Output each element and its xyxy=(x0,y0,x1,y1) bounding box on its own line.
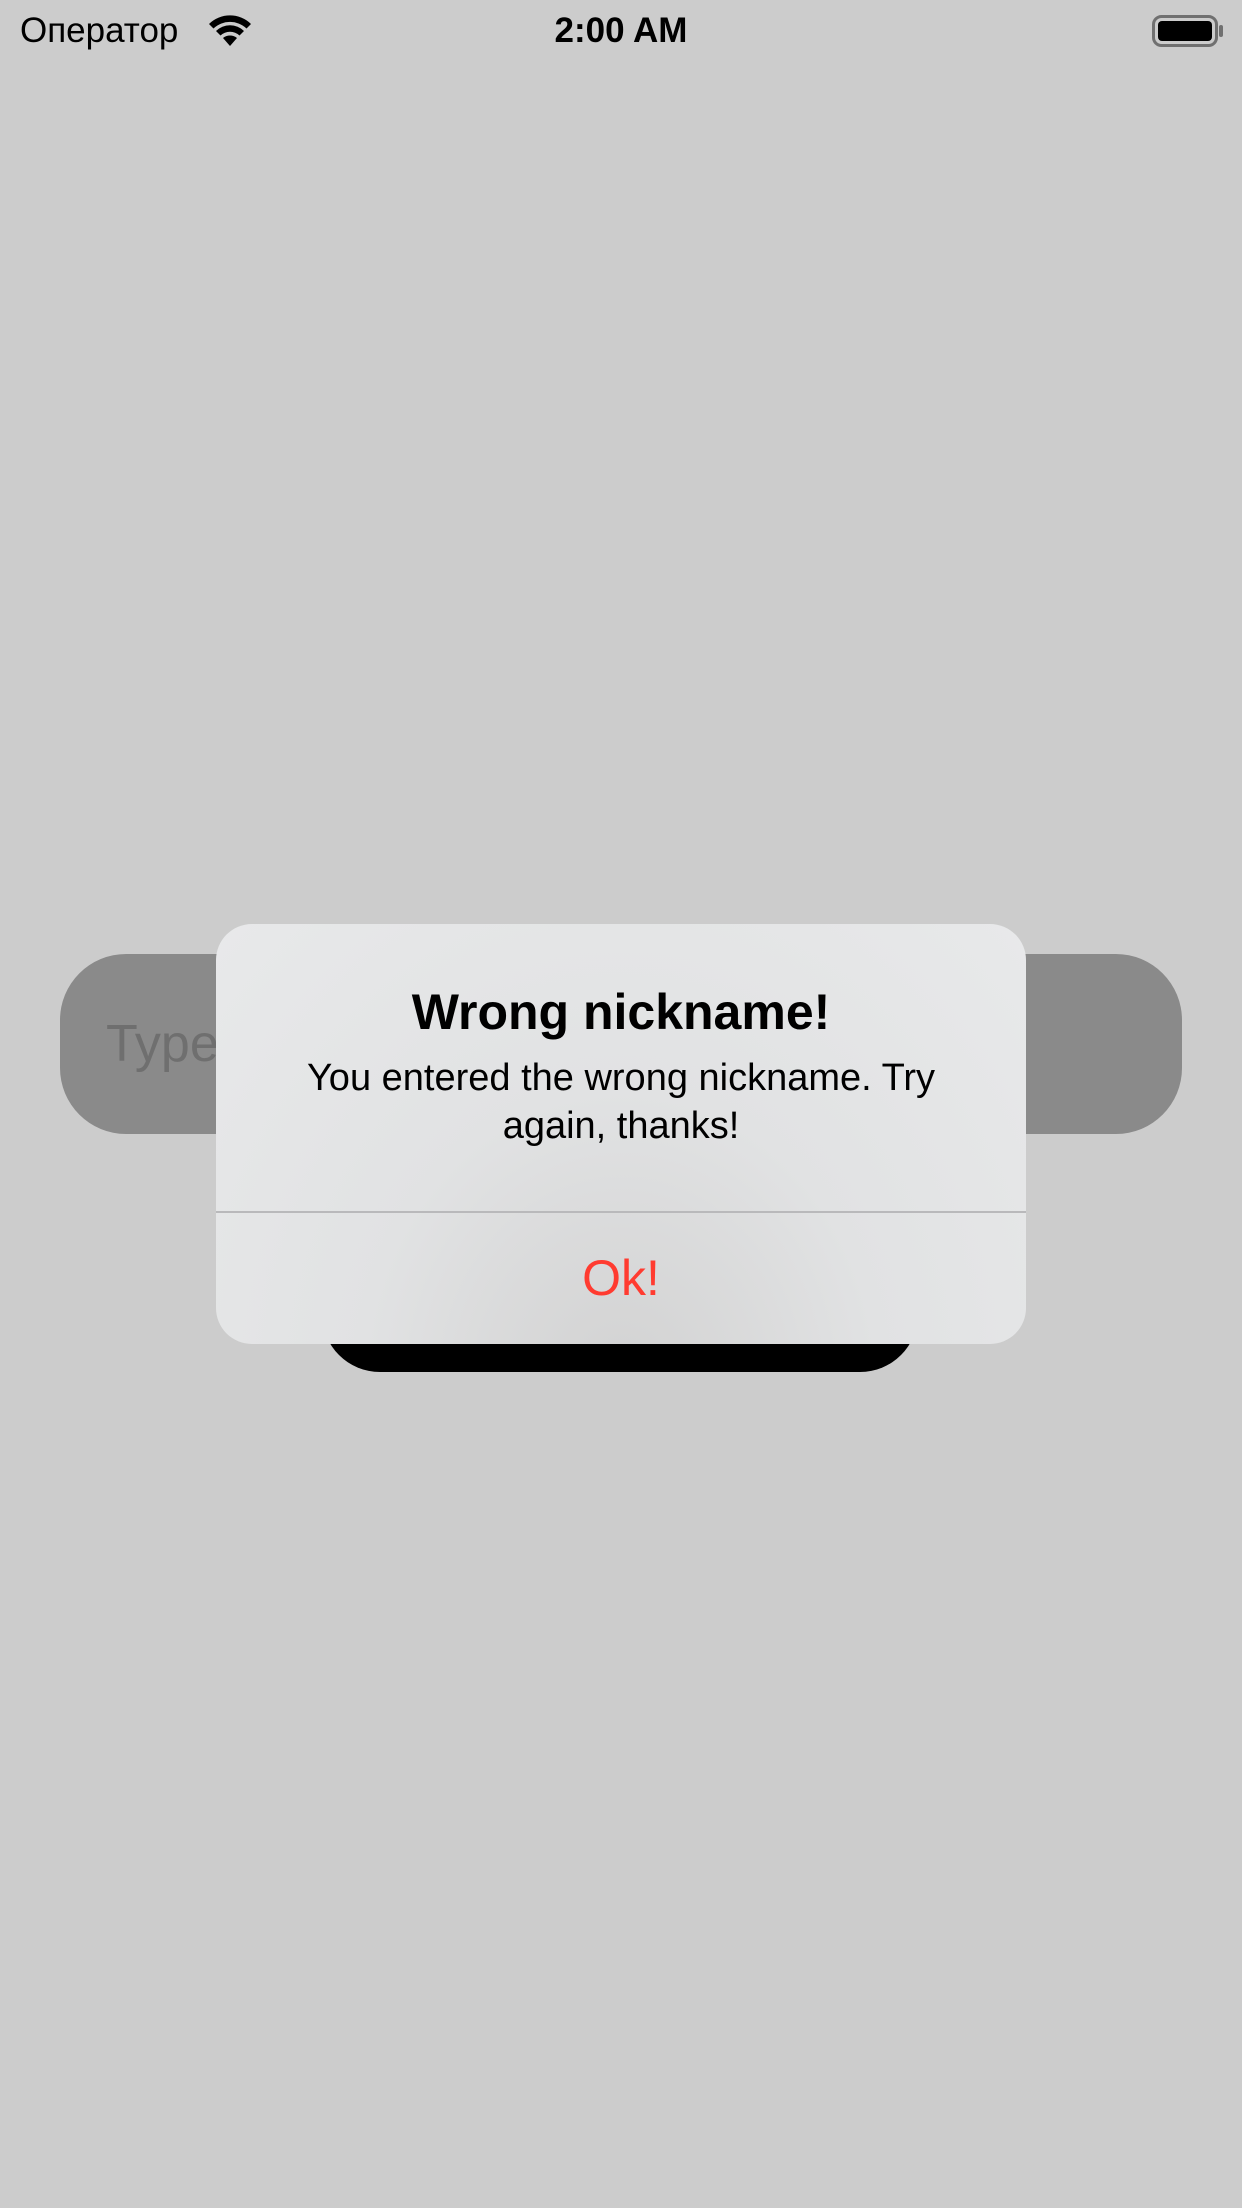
alert-dialog: Wrong nickname! You entered the wrong ni… xyxy=(216,924,1026,1344)
status-time: 2:00 AM xyxy=(554,11,688,50)
battery-full-icon xyxy=(1152,15,1223,47)
alert-title: Wrong nickname! xyxy=(411,984,831,1040)
status-bar: Оператор 2:00 AM xyxy=(0,0,1242,62)
alert-message: You entered the wrong nickname. Try agai… xyxy=(306,1057,936,1147)
alert-ok-button[interactable]: Ok! xyxy=(216,1213,1026,1344)
